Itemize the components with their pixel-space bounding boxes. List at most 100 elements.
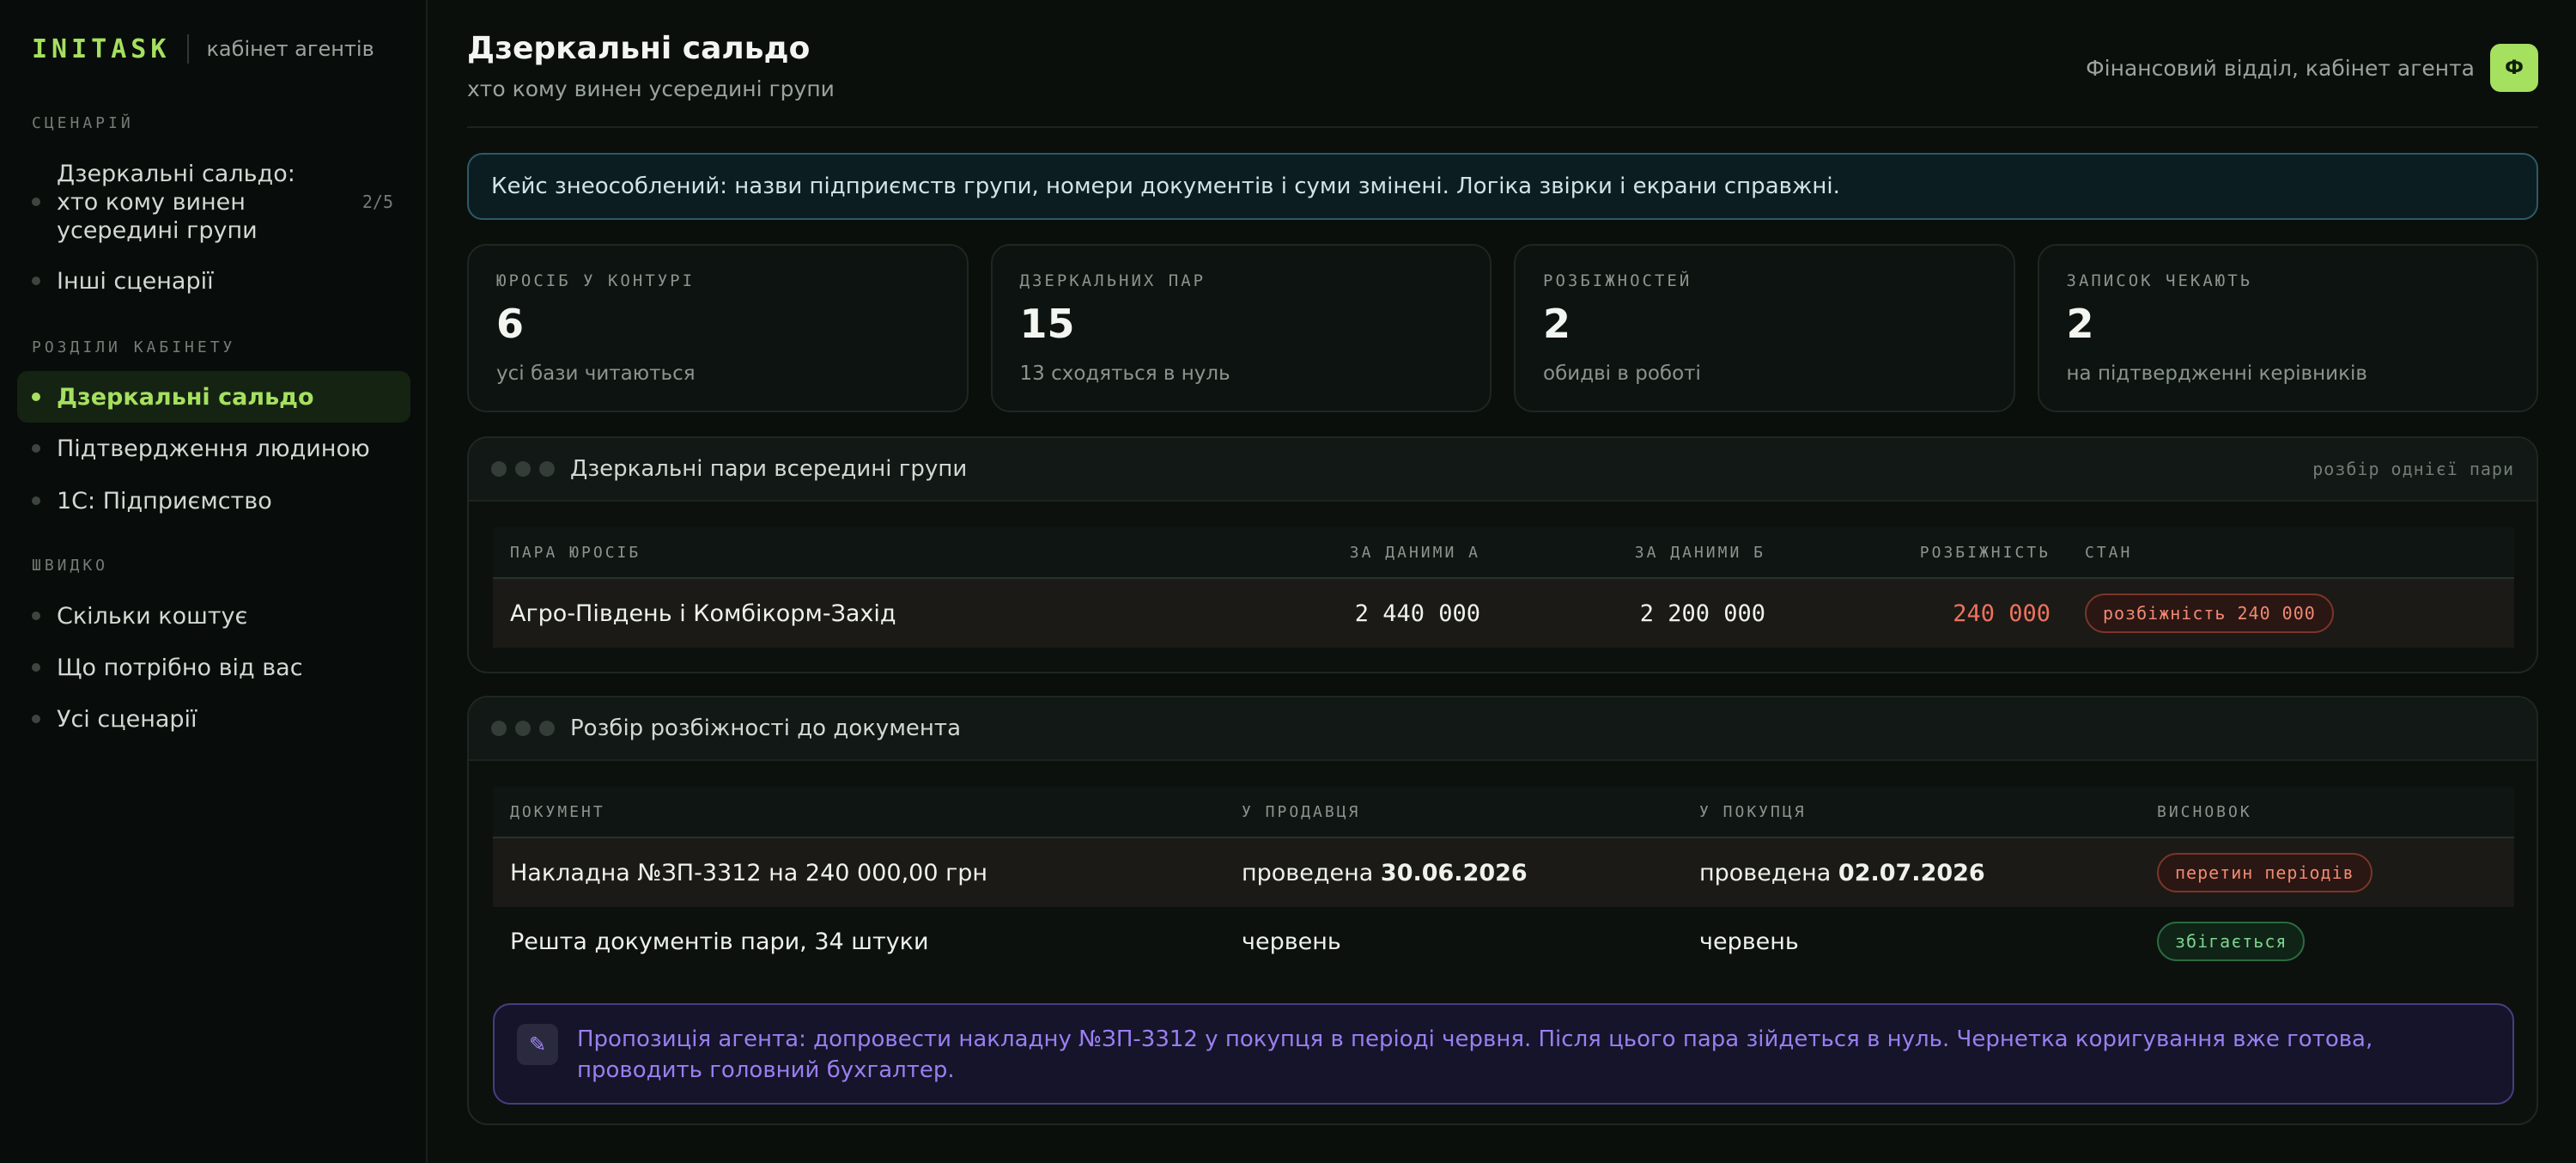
sidebar-item-mirror-balances-scenario[interactable]: Дзеркальні сальдо: хто кому винен усеред… [17, 156, 410, 247]
brand: INITASK кабінет агентів [17, 0, 409, 98]
verdict-badge: перетин періодів [2157, 853, 2372, 892]
brand-logo[interactable]: INITASK [32, 34, 170, 64]
bullet-dot-icon [32, 444, 40, 453]
bullet-dot-icon [32, 663, 40, 672]
section-quick: ШВИДКО [32, 557, 109, 575]
pairs-table: ПАРА ЮРОСІБ ЗА ДАНИМИ А ЗА ДАНИМИ Б РОЗБ… [493, 527, 2514, 648]
stat-value: 6 [496, 301, 525, 347]
buyer-status-text: проведена [1699, 859, 1832, 886]
buyer-status: червень [1699, 928, 1799, 955]
col-header-document: ДОКУМЕНТ [510, 802, 605, 821]
value-by-b: 2 200 000 [1639, 600, 1765, 627]
bullet-dot-icon [32, 277, 40, 285]
sidebar-item-1c-enterprise[interactable]: 1С: Підприємство [17, 479, 410, 522]
stat-note: обидві в роботі [1543, 362, 1701, 385]
stat-label: ДЗЕРКАЛЬНИХ ПАР [1019, 271, 1206, 290]
sidebar-item-label: Підтвердження людиною [57, 435, 370, 462]
page-title: Дзеркальні сальдо [467, 31, 811, 66]
verdict-badge: збігається [2157, 922, 2306, 961]
panel-header: Дзеркальні пари всередині групи розбір о… [469, 438, 2537, 502]
avatar[interactable]: Ф [2490, 44, 2538, 92]
value-by-a: 2 440 000 [1354, 600, 1480, 627]
brand-subtitle: кабінет агентів [206, 37, 374, 61]
anonymized-case-notice: Кейс знеособлений: назви підприємств гру… [467, 153, 2538, 220]
panel-header: Розбір розбіжності до документа [469, 697, 2537, 761]
stats-row: ЮРОСІБ У КОНТУРІ 6 усі бази читаються ДЗ… [467, 244, 2538, 412]
sidebar-item-label: Дзеркальні сальдо [57, 383, 314, 411]
sidebar-item-label: 1С: Підприємство [57, 487, 272, 515]
user-area: Фінансовий відділ, кабінет агента Ф [2086, 44, 2538, 92]
buyer-status: проведена 02.07.2026 [1699, 838, 1985, 907]
bullet-dot-icon [32, 715, 40, 723]
stat-card-discrepancies: РОЗБІЖНОСТЕЙ 2 обидві в роботі [1514, 244, 2015, 412]
mirror-pairs-panel: Дзеркальні пари всередині групи розбір о… [467, 436, 2538, 673]
header-divider [467, 126, 2538, 128]
sidebar-item-label: Дзеркальні сальдо: хто кому винен усеред… [57, 160, 295, 244]
col-header-status: СТАН [2085, 543, 2133, 562]
col-header-seller: У ПРОДАВЦЯ [1242, 802, 1361, 821]
window-dots-icon [491, 721, 555, 736]
agent-proposal-text: Пропозиція агента: допровести накладну №… [577, 1026, 2373, 1083]
stat-card-pending-notes: ЗАПИСОК ЧЕКАЮТЬ 2 на підтвердженні керів… [2037, 244, 2538, 412]
section-scenarios: СЦЕНАРІЙ [32, 114, 134, 132]
section-cabinet: РОЗДІЛИ КАБІНЕТУ [32, 338, 236, 356]
panel-title: Розбір розбіжності до документа [570, 715, 961, 741]
pencil-icon: ✎ [517, 1024, 558, 1065]
stat-note: усі бази читаються [496, 362, 696, 385]
table-row[interactable]: Накладна №ЗП-3312 на 240 000,00 грн пров… [493, 838, 2514, 907]
sidebar-item-pricing[interactable]: Скільки коштує [17, 594, 410, 637]
agent-proposal: ✎ Пропозиція агента: допровести накладну… [493, 1003, 2514, 1105]
document-name: Накладна №ЗП-3312 на 240 000,00 грн [510, 859, 988, 886]
table-row[interactable]: Агро-Південь і Комбікорм-Захід 2 440 000… [493, 579, 2514, 648]
window-dots-icon [491, 461, 555, 477]
table-row[interactable]: Решта документів пари, 34 штуки червень … [493, 907, 2514, 976]
stat-value: 2 [1543, 301, 1571, 347]
stat-value: 2 [2066, 301, 2094, 347]
scenario-progress-badge: 2/5 [361, 191, 393, 212]
verdict-cell: перетин періодів [2157, 838, 2372, 907]
verdict-cell: збігається [2157, 907, 2306, 976]
pair-name: Агро-Південь і Комбікорм-Захід [510, 600, 896, 627]
panel-title: Дзеркальні пари всередині групи [570, 456, 968, 482]
bullet-dot-icon [32, 393, 40, 401]
sidebar-item-human-confirmation[interactable]: Підтвердження людиною [17, 427, 410, 470]
status-cell: розбіжність 240 000 [2085, 579, 2334, 648]
value-diff: 240 000 [1953, 600, 2050, 627]
col-header-diff: РОЗБІЖНІСТЬ [1919, 543, 2050, 562]
stat-label: ЗАПИСОК ЧЕКАЮТЬ [2066, 271, 2253, 290]
sidebar-item-label: Скільки коштує [57, 602, 248, 630]
seller-status: червень [1242, 928, 1341, 955]
user-label: Фінансовий відділ, кабінет агента [2086, 55, 2475, 81]
table-header: ПАРА ЮРОСІБ ЗА ДАНИМИ А ЗА ДАНИМИ Б РОЗБ… [493, 527, 2514, 579]
status-badge: розбіжність 240 000 [2085, 594, 2334, 633]
sidebar-item-other-scenarios[interactable]: Інші сценарії [17, 259, 410, 302]
bullet-dot-icon [32, 612, 40, 620]
brand-divider [187, 34, 190, 64]
sidebar-item-all-scenarios[interactable]: Усі сценарії [17, 697, 410, 740]
documents-table: ДОКУМЕНТ У ПРОДАВЦЯ У ПОКУПЦЯ ВИСНОВОК Н… [493, 787, 2514, 976]
seller-status: проведена 30.06.2026 [1242, 838, 1528, 907]
col-header-by-b: ЗА ДАНИМИ Б [1634, 543, 1765, 562]
panel-caption: розбір однієї пари [2312, 459, 2514, 479]
buyer-date: 02.07.2026 [1838, 859, 1985, 886]
stat-card-entities: ЮРОСІБ У КОНТУРІ 6 усі бази читаються [467, 244, 969, 412]
sidebar-item-label: Усі сценарії [57, 705, 197, 733]
bullet-dot-icon [32, 198, 40, 206]
sidebar-item-label: Що потрібно від вас [57, 654, 303, 681]
col-header-buyer: У ПОКУПЦЯ [1699, 802, 1807, 821]
sidebar-item-label: Інші сценарії [57, 267, 214, 295]
col-header-pair: ПАРА ЮРОСІБ [510, 543, 641, 562]
bullet-dot-icon [32, 496, 40, 505]
table-header: ДОКУМЕНТ У ПРОДАВЦЯ У ПОКУПЦЯ ВИСНОВОК [493, 787, 2514, 838]
stat-label: РОЗБІЖНОСТЕЙ [1543, 271, 1692, 290]
stat-value: 15 [1019, 301, 1075, 347]
sidebar-item-requirements[interactable]: Що потрібно від вас [17, 646, 410, 689]
document-name: Решта документів пари, 34 штуки [510, 928, 929, 955]
stat-note: 13 сходяться в нуль [1019, 362, 1230, 385]
sidebar-item-mirror-balances[interactable]: Дзеркальні сальдо [17, 371, 410, 423]
col-header-by-a: ЗА ДАНИМИ А [1349, 543, 1480, 562]
stat-note: на підтвердженні керівників [2066, 362, 2367, 385]
stat-label: ЮРОСІБ У КОНТУРІ [496, 271, 696, 290]
page-subtitle: хто кому винен усередині групи [467, 76, 835, 101]
col-header-verdict: ВИСНОВОК [2157, 802, 2252, 821]
